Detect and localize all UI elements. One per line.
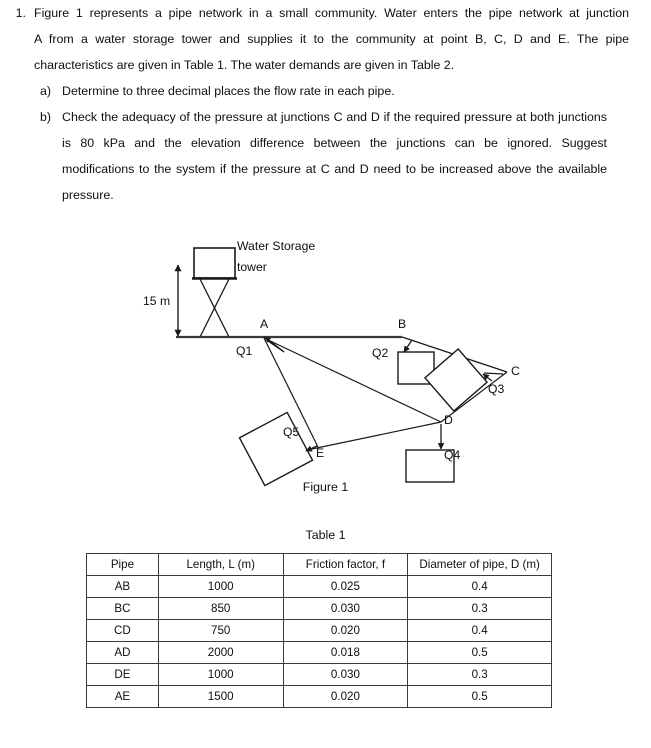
- table-cell-pipe: AB: [86, 575, 159, 598]
- question-number: 1.: [15, 6, 26, 20]
- table-cell-length: 1500: [157, 685, 284, 708]
- sub-item-line: modifications to the system if the press…: [62, 162, 607, 176]
- table-cell-pipe: AD: [86, 641, 159, 664]
- question-line: characteristics are given in Table 1. Th…: [34, 58, 455, 72]
- table-cell-diameter: 0.5: [407, 641, 552, 664]
- flow-label-q5: Q5: [283, 425, 300, 439]
- table-cell-friction: 0.018: [282, 641, 409, 664]
- question-block: 1. Figure 1 represents a pipe network in…: [0, 0, 651, 208]
- table-cell-pipe: AE: [86, 685, 159, 708]
- figure-caption: Figure 1: [302, 480, 349, 494]
- flow-arrow-q2: [403, 339, 413, 353]
- table-cell-pipe: BC: [86, 597, 159, 620]
- table-cell-friction: 0.020: [282, 685, 409, 708]
- table-header-cell: Diameter of pipe, D (m): [407, 553, 552, 576]
- question-main: 1. Figure 1 represents a pipe network in…: [0, 0, 651, 78]
- question-sub-item-b: b) Check the adequacy of the pressure at…: [0, 104, 651, 208]
- table-row: AB 1000 0.025 0.4: [86, 575, 552, 598]
- table-cell-length: 2000: [157, 641, 284, 664]
- table-cell-length: 850: [157, 597, 284, 620]
- table-cell-friction: 0.030: [282, 663, 409, 686]
- sub-b-row: b) Check the adequacy of the pressure at…: [34, 104, 629, 208]
- junction-label-b: B: [398, 317, 407, 331]
- sub-item-label-b: b): [40, 110, 52, 124]
- height-label: 15 m: [143, 294, 171, 308]
- table-row: BC 850 0.030 0.3: [86, 597, 552, 620]
- sub-item-label-a: a): [40, 84, 52, 98]
- sub-item-body-a: Determine to three decimal places the fl…: [62, 78, 629, 104]
- question-text: Figure 1 represents a pipe network in a …: [34, 0, 651, 78]
- demand-box-q5: [238, 411, 314, 487]
- table-row: CD 750 0.020 0.4: [86, 619, 552, 642]
- table-header-row: Pipe Length, L (m) Friction factor, f Di…: [86, 553, 552, 576]
- sub-a-wrap: a) Determine to three decimal places the…: [34, 78, 651, 104]
- flow-label-q3: Q3: [488, 382, 505, 396]
- junction-label-e: E: [316, 446, 325, 460]
- table-cell-diameter: 0.4: [407, 619, 552, 642]
- table-cell-friction: 0.030: [282, 597, 409, 620]
- table-header-cell: Pipe: [86, 553, 159, 576]
- question-line: Figure 1 represents a pipe network in a …: [34, 6, 629, 20]
- sub-item-line: Check the adequacy of the pressure at ju…: [62, 110, 607, 124]
- sub-item-line: is 80 kPa and the elevation difference b…: [62, 136, 607, 150]
- table-header-cell: Length, L (m): [157, 553, 284, 576]
- table1-title: Table 1: [305, 528, 346, 542]
- table-row: AD 2000 0.018 0.5: [86, 641, 552, 664]
- sub-item-line: pressure.: [62, 188, 114, 202]
- table-cell-diameter: 0.4: [407, 575, 552, 598]
- table-cell-length: 750: [157, 619, 284, 642]
- table-cell-pipe: DE: [86, 663, 159, 686]
- table-row: DE 1000 0.030 0.3: [86, 663, 552, 686]
- sub-item-body-b: Check the adequacy of the pressure at ju…: [62, 104, 629, 208]
- junction-label-a: A: [260, 317, 269, 331]
- pipe-network-svg: [174, 247, 508, 487]
- table-cell-length: 1000: [157, 575, 284, 598]
- sub-item-line: Determine to three decimal places the fl…: [62, 84, 395, 98]
- flow-label-q4: Q4: [444, 448, 461, 462]
- table-cell-diameter: 0.3: [407, 663, 552, 686]
- table-cell-diameter: 0.5: [407, 685, 552, 708]
- question-sub-item-a: a) Determine to three decimal places the…: [0, 78, 651, 104]
- pipe-network-figure: Water Storage tower 15 m A B C D E Q1 Q2…: [0, 228, 651, 513]
- water-tower-label-line1: Water Storage: [237, 239, 316, 253]
- sub-b-wrap: b) Check the adequacy of the pressure at…: [34, 104, 651, 208]
- table-cell-friction: 0.025: [282, 575, 409, 598]
- flow-label-q1: Q1: [236, 344, 253, 358]
- water-tower-label-line2: tower: [237, 260, 267, 274]
- table-cell-length: 1000: [157, 663, 284, 686]
- junction-label-d: D: [444, 413, 453, 427]
- table-row: AE 1500 0.020 0.5: [86, 685, 552, 708]
- junction-label-c: C: [511, 364, 520, 378]
- table-cell-friction: 0.020: [282, 619, 409, 642]
- sub-a-row: a) Determine to three decimal places the…: [34, 78, 629, 104]
- question-line: A from a water storage tower and supplie…: [34, 32, 629, 46]
- table-header-cell: Friction factor, f: [282, 553, 409, 576]
- table1: Pipe Length, L (m) Friction factor, f Di…: [86, 553, 552, 708]
- pipe-de: [311, 421, 442, 450]
- table-cell-pipe: CD: [86, 619, 159, 642]
- flow-label-q2: Q2: [372, 346, 389, 360]
- flow-arrow-q3-tail: [483, 372, 504, 375]
- water-tower-tank: [193, 247, 236, 279]
- table-cell-diameter: 0.3: [407, 597, 552, 620]
